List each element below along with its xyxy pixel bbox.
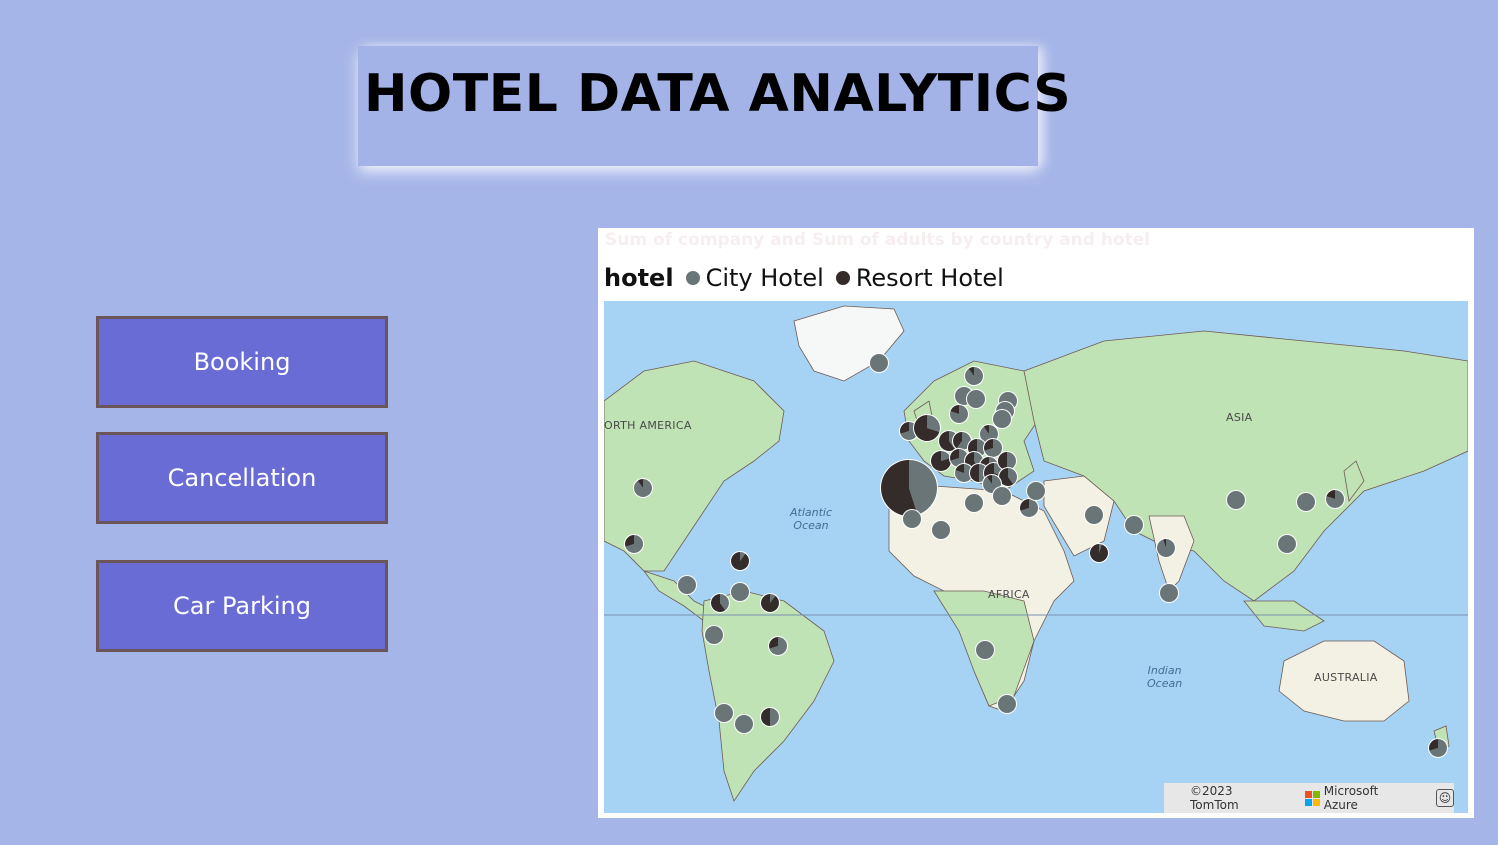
australia-label: AUSTRALIA [1314, 671, 1378, 684]
country-pie-marker[interactable] [760, 593, 780, 613]
microsoft-azure-credit[interactable]: Microsoft Azure [1304, 784, 1416, 812]
country-pie-marker[interactable] [1089, 543, 1109, 563]
country-pie-marker[interactable] [997, 694, 1017, 714]
country-pie-marker[interactable] [730, 582, 750, 602]
legend-item-city-hotel[interactable]: City Hotel [685, 264, 824, 292]
country-pie-marker[interactable] [1296, 492, 1316, 512]
country-pie-marker[interactable] [1084, 505, 1104, 525]
legend-label: City Hotel [705, 264, 824, 292]
country-pie-marker[interactable] [1428, 738, 1448, 758]
country-pie-marker[interactable] [992, 486, 1012, 506]
copyright-text: ©2023 TomTom [1190, 784, 1239, 812]
country-pie-marker[interactable] [964, 366, 984, 386]
country-pie-marker[interactable] [1156, 538, 1176, 558]
map-attribution: ©2023 TomTom Microsoft Azure ☺ [1164, 783, 1454, 813]
provider-text: Microsoft Azure [1323, 784, 1379, 812]
country-pie-marker[interactable] [704, 625, 724, 645]
page-title: HOTEL DATA ANALYTICS [364, 64, 1072, 124]
legend: hotel City Hotel Resort Hotel [604, 264, 1016, 292]
country-pie-marker[interactable] [913, 414, 941, 442]
country-pie-marker[interactable] [1124, 515, 1144, 535]
legend-label: Resort Hotel [855, 264, 1004, 292]
city-hotel-swatch [685, 271, 700, 285]
country-pie-marker[interactable] [966, 389, 986, 409]
country-pie-marker[interactable] [949, 404, 969, 424]
country-pie-marker[interactable] [930, 450, 952, 472]
microsoft-logo-icon [1304, 790, 1320, 806]
indian-ocean-label: Indian Ocean [1147, 664, 1183, 690]
country-pie-marker[interactable] [869, 353, 889, 373]
country-pie-marker[interactable] [975, 640, 995, 660]
resort-hotel-swatch [835, 271, 850, 285]
booking-button[interactable]: Booking [96, 316, 388, 408]
legend-item-resort-hotel[interactable]: Resort Hotel [835, 264, 1004, 292]
country-pie-marker[interactable] [1026, 481, 1046, 501]
map-canvas [604, 305, 1468, 802]
country-pie-marker[interactable] [964, 493, 984, 513]
country-pie-marker[interactable] [931, 520, 951, 540]
country-pie-marker[interactable] [730, 551, 750, 571]
map-visual[interactable]: Sum of company and Sum of adults by coun… [598, 228, 1474, 818]
country-pie-marker[interactable] [710, 593, 730, 613]
country-pie-marker[interactable] [1159, 583, 1179, 603]
country-pie-marker[interactable] [902, 509, 922, 529]
asia-label: ASIA [1226, 411, 1253, 424]
north-america-label: ORTH AMERICA [604, 419, 692, 432]
country-pie-marker[interactable] [1277, 534, 1297, 554]
title-banner: HOTEL DATA ANALYTICS [358, 46, 1071, 166]
cancellation-button[interactable]: Cancellation [96, 432, 388, 524]
feedback-smiley-icon[interactable]: ☺ [1436, 789, 1454, 807]
car-parking-button[interactable]: Car Parking [96, 560, 388, 652]
country-pie-marker[interactable] [1226, 490, 1246, 510]
world-map[interactable]: ORTH AMERICA ASIA AFRICA AUSTRALIA Atlan… [604, 301, 1468, 813]
visual-title: Sum of company and Sum of adults by coun… [605, 230, 1151, 250]
country-pie-marker[interactable] [1325, 489, 1345, 509]
atlantic-ocean-label: Atlantic Ocean [790, 506, 833, 532]
legend-title: hotel [604, 264, 674, 292]
country-pie-marker[interactable] [768, 636, 788, 656]
country-pie-marker[interactable] [714, 703, 734, 723]
country-pie-marker[interactable] [677, 575, 697, 595]
country-pie-marker[interactable] [734, 714, 754, 734]
country-pie-marker[interactable] [624, 534, 644, 554]
country-pie-marker[interactable] [880, 459, 938, 517]
africa-label: AFRICA [988, 588, 1030, 601]
country-pie-marker[interactable] [633, 478, 653, 498]
country-pie-marker[interactable] [760, 707, 780, 727]
